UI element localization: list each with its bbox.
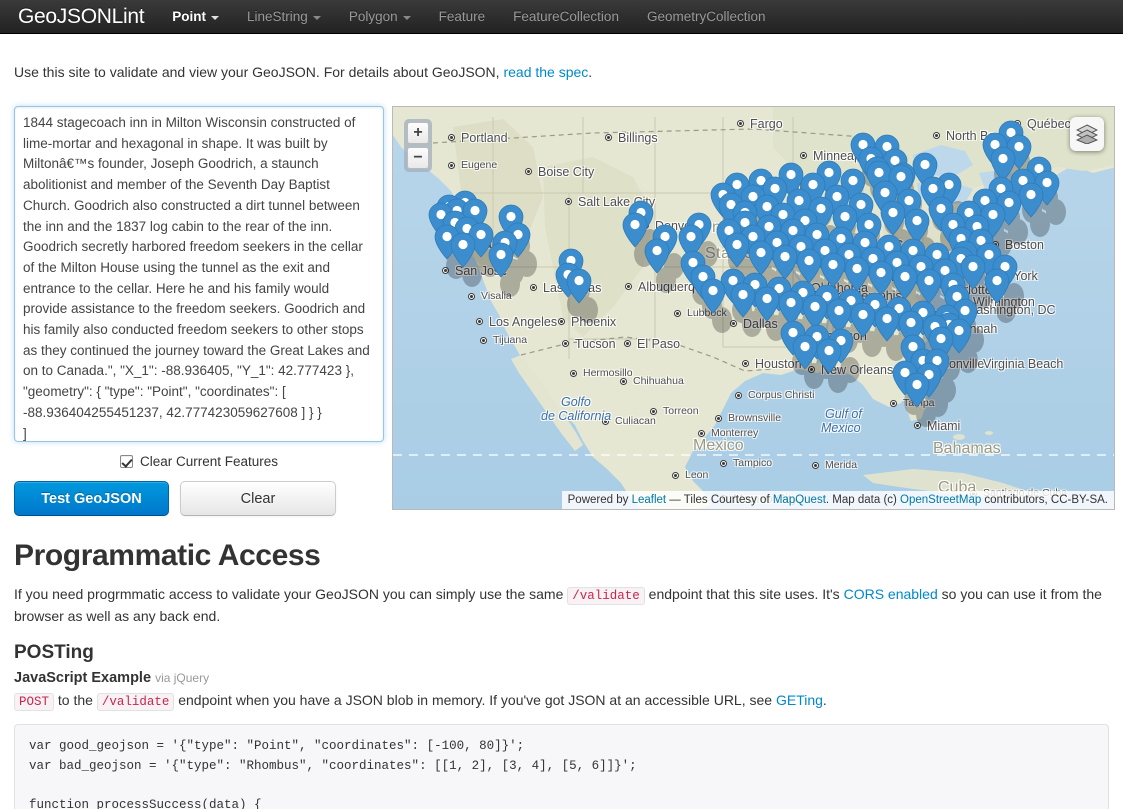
cors-enabled-link[interactable]: CORS enabled: [844, 586, 938, 602]
nav-item-label: LineString: [247, 8, 308, 24]
page-title: Programmatic Access: [14, 539, 321, 572]
read-the-spec-link[interactable]: read the spec: [503, 64, 588, 80]
nav-item-geometrycollection[interactable]: GeometryCollection: [633, 0, 780, 34]
zoom-in-button[interactable]: +: [407, 122, 429, 144]
zoom-out-button[interactable]: −: [407, 147, 429, 169]
clear-current-features-label: Clear Current Features: [139, 454, 279, 469]
nav-item-feature[interactable]: Feature: [425, 0, 500, 34]
attrib-powered-by: Powered by: [567, 494, 632, 506]
javascript-example-heading: JavaScript Example via jQuery: [14, 670, 1109, 686]
map-zoom-control: + −: [404, 119, 432, 172]
leaflet-map[interactable]: Portland Eugene Boise City Billings Fargo Sal…: [392, 106, 1115, 510]
clear-current-features-checkbox[interactable]: [119, 455, 133, 468]
clear-features-row: Clear Current Features: [14, 454, 384, 469]
nav-items: Point LineString Polygon Feature Feature…: [158, 0, 779, 34]
main-row: Clear Current Features Test GeoJSON Clea…: [14, 106, 1115, 516]
map-layers-control[interactable]: [1070, 117, 1104, 151]
map-marker-layer[interactable]: [393, 107, 1115, 510]
brand-logo[interactable]: GeoJSONLint: [12, 5, 158, 29]
post-method-code: POST: [14, 693, 55, 711]
intro-text: Use this site to validate and view your …: [14, 48, 1109, 92]
nav-item-label: FeatureCollection: [513, 8, 619, 24]
js-example-label: JavaScript Example: [14, 670, 152, 686]
test-geojson-button[interactable]: Test GeoJSON: [14, 481, 169, 516]
map-attribution: Powered by Leaflet — Tiles Courtesy of M…: [561, 491, 1114, 509]
validate-endpoint-code-2: /validate: [96, 693, 175, 711]
programmatic-paragraph: If you need progrmmatic access to valida…: [14, 584, 1109, 626]
openstreetmap-link[interactable]: OpenStreetMap: [900, 494, 981, 506]
attrib-dash: — Tiles Courtesy of: [666, 494, 773, 506]
attrib-tail: contributors, CC-BY-SA.: [981, 494, 1108, 506]
nav-item-featurecollection[interactable]: FeatureCollection: [499, 0, 633, 34]
nav-item-label: Point: [172, 8, 207, 24]
post-1: to the: [54, 692, 97, 708]
chevron-down-icon: [312, 15, 321, 20]
geojson-input[interactable]: [14, 106, 384, 442]
clear-button[interactable]: Clear: [180, 481, 336, 516]
intro-text-before: Use this site to validate and view your …: [14, 64, 504, 80]
map-column: Portland Eugene Boise City Billings Fargo Sal…: [392, 106, 1115, 510]
para-1b: endpoint that this site uses. It's: [644, 586, 844, 602]
post-3: .: [822, 692, 827, 708]
chevron-down-icon: [402, 15, 411, 20]
intro-text-after: .: [588, 64, 593, 80]
via-jquery-label: via jQuery: [155, 671, 210, 685]
nav-item-label: Feature: [438, 8, 486, 24]
post-2: endpoint when you have a JSON blob in me…: [174, 692, 776, 708]
geting-link[interactable]: GETing: [776, 692, 823, 708]
mapquest-link[interactable]: MapQuest: [773, 494, 826, 506]
posting-title: POSTing: [14, 642, 94, 663]
javascript-code-block: var good_geojson = '{"type": "Point", "c…: [14, 724, 1109, 809]
leaflet-link[interactable]: Leaflet: [632, 494, 667, 506]
programmatic-access-section: Programmatic Access If you need progrmma…: [14, 516, 1109, 809]
layers-icon: [1076, 124, 1098, 144]
top-navbar: GeoJSONLint Point LineString Polygon Fea…: [0, 0, 1123, 34]
nav-item-point[interactable]: Point: [158, 0, 233, 34]
nav-item-label: Polygon: [348, 8, 398, 24]
page-container: Use this site to validate and view your …: [0, 48, 1123, 809]
nav-item-polygon[interactable]: Polygon: [335, 0, 425, 34]
nav-item-label: GeometryCollection: [646, 8, 766, 24]
chevron-down-icon: [211, 15, 220, 20]
post-description: POST to the /validate endpoint when you …: [14, 690, 1109, 712]
editor-column: Clear Current Features Test GeoJSON Clea…: [14, 106, 384, 516]
para-1a: If you need progrmmatic access to valida…: [14, 586, 568, 602]
button-row: Test GeoJSON Clear: [14, 481, 384, 516]
attrib-middle: . Map data (c): [825, 494, 901, 506]
validate-endpoint-code: /validate: [567, 587, 645, 605]
nav-item-linestring[interactable]: LineString: [233, 0, 335, 34]
